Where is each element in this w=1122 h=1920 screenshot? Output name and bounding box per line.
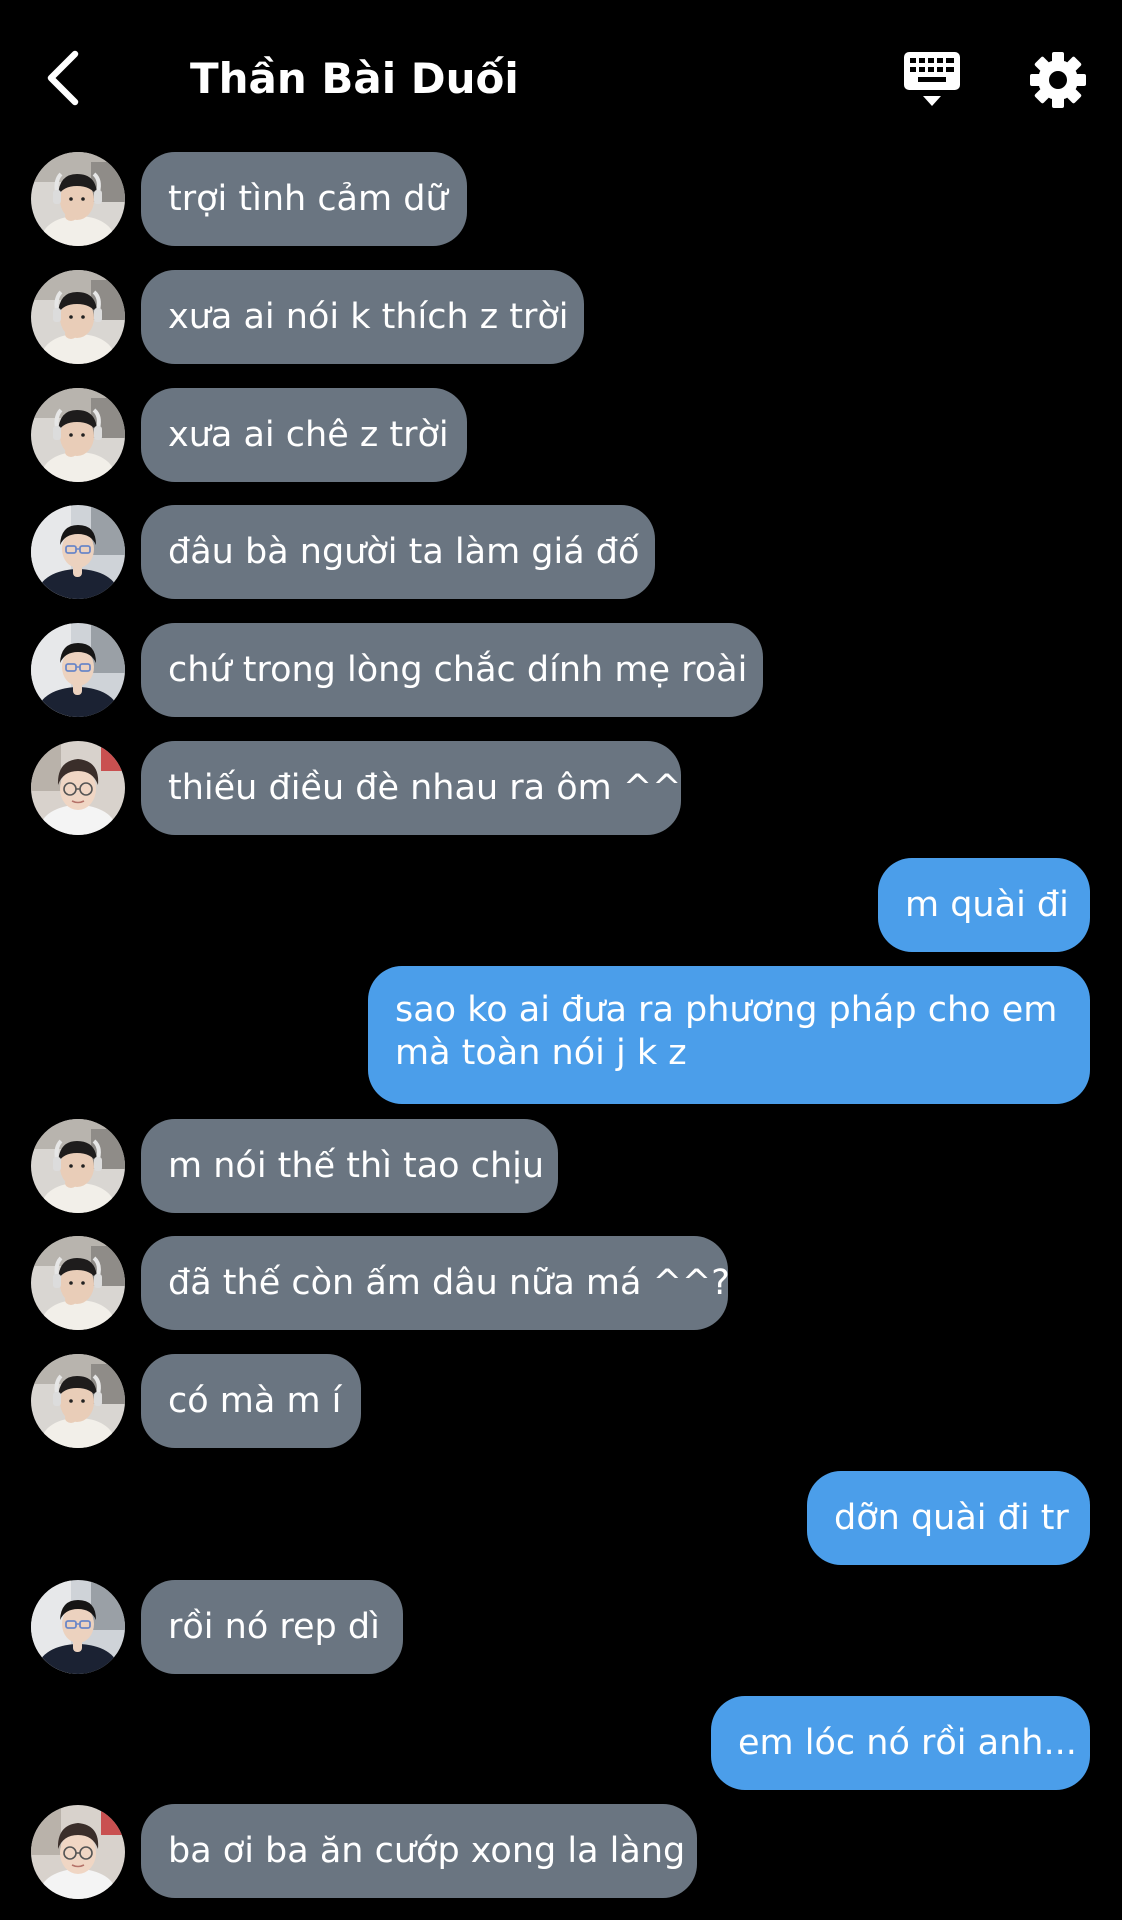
outgoing-message: m quài đi [878,858,1090,952]
incoming-message: ba ơi ba ăn cướp xong la làng [141,1804,697,1898]
avatar[interactable] [31,270,125,364]
avatar[interactable] [31,741,125,835]
incoming-message: m nói thế thì tao chịu [141,1119,558,1213]
avatar[interactable] [31,1119,125,1213]
incoming-message: trợi tình cảm dữ [141,152,467,246]
incoming-message: thiếu điều đè nhau ra ôm ^^ [141,741,682,835]
avatar[interactable] [31,1236,125,1330]
avatar[interactable] [31,388,125,482]
incoming-message: xưa ai nói k thích z trời [141,270,584,364]
avatar[interactable] [31,1580,125,1674]
incoming-message: chứ trong lòng chắc dính mẹ roài [141,623,763,717]
incoming-message: có mà m í [141,1354,361,1448]
message-line: mà toàn nói j k z [395,1033,687,1073]
message-line: sao ko ai đưa ra phương pháp cho em [395,990,1058,1030]
avatar[interactable] [31,505,125,599]
avatar[interactable] [31,152,125,246]
avatar[interactable] [31,1354,125,1448]
incoming-message: rồi nó rep dì [141,1580,403,1674]
incoming-message: xưa ai chê z trời [141,388,467,482]
outgoing-message: sao ko ai đưa ra phương pháp cho em mà t… [368,966,1090,1104]
outgoing-message: em lóc nó rồi anh... [711,1696,1090,1790]
incoming-message: đâu bà người ta làm giá đố [141,505,655,599]
message-list: trợi tình cảm dữ xưa ai nói k thích z tr… [0,0,1122,1920]
avatar[interactable] [31,623,125,717]
outgoing-message: dỡn quài đi tr [807,1471,1090,1565]
incoming-message: đã thế còn ấm dâu nữa má ^^? [141,1236,730,1330]
avatar[interactable] [31,1805,125,1899]
